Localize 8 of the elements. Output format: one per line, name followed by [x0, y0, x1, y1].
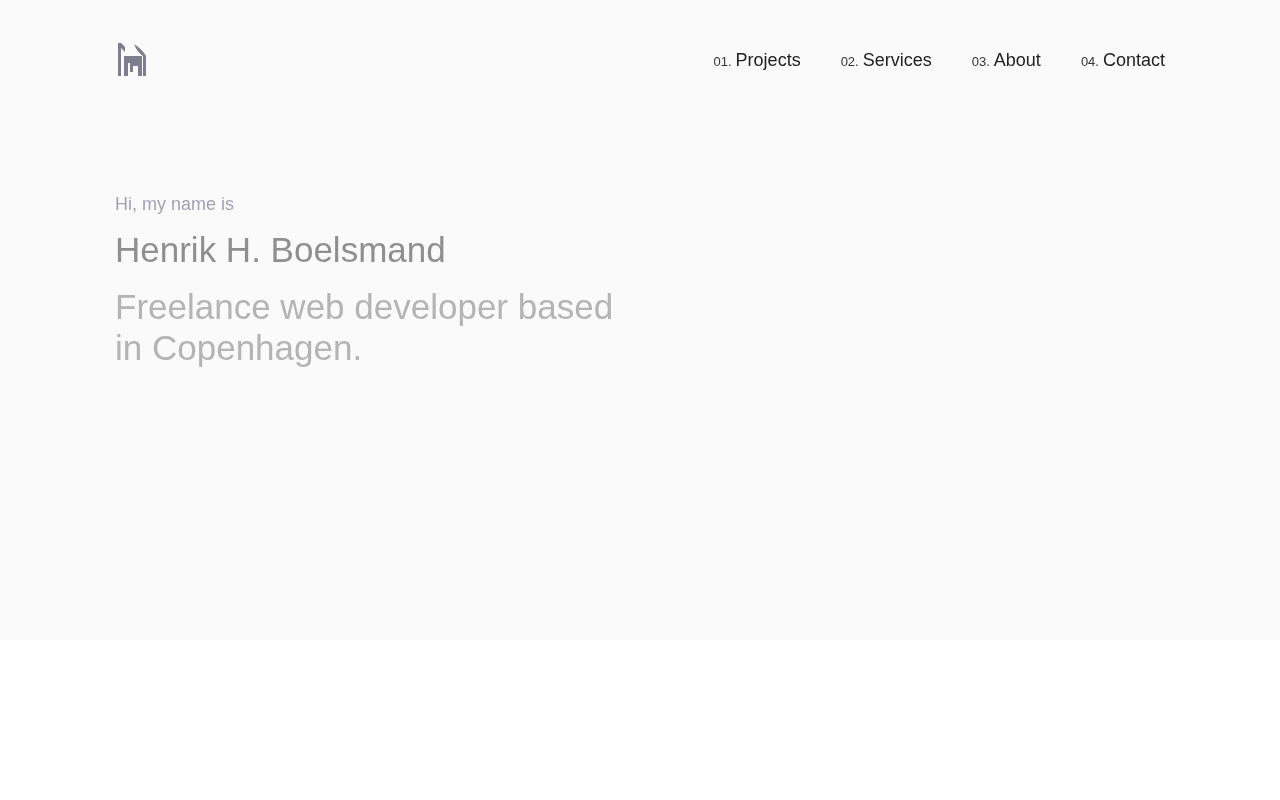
logo-icon[interactable] [115, 42, 148, 76]
greeting-text: Hi, my name is [115, 193, 236, 216]
nav-link[interactable]: 04. Contact [1080, 46, 1165, 74]
nav-link[interactable]: 02. Services [840, 46, 932, 74]
nav-link[interactable]: 03. About [971, 46, 1041, 74]
nav-link[interactable]: 01. Projects [713, 46, 801, 74]
name-heading: Henrik H. Boelsmand [115, 230, 447, 270]
tagline-text: Freelance web developer based in Copenhagen. [115, 286, 615, 368]
